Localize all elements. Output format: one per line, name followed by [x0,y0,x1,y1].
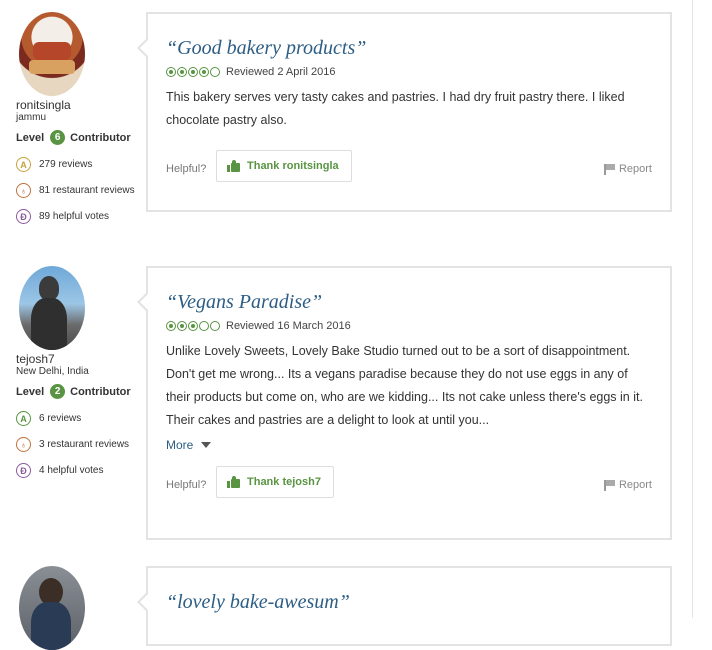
review-count-icon: A [16,411,31,426]
avatar[interactable] [19,12,85,96]
flag-icon [603,163,615,175]
reviews-count: A 6 reviews [16,410,146,427]
thank-button[interactable]: Thank tejosh7 [216,466,334,498]
helpful-label: Helpful? [166,163,207,175]
user-location: jammu [16,112,47,123]
restaurant-reviews-count: ♁ 3 restaurant reviews [16,436,146,453]
review-card: “lovely bake-awesum” [137,566,672,646]
review-text: This bakery serves very tasty cakes and … [166,90,625,127]
restaurant-review-icon: ♁ [16,183,31,198]
review-footer: Helpful? Thank tejosh7 Report [148,466,670,526]
review-text: Unlike Lovely Sweets, Lovely Bake Studio… [166,344,643,427]
flag-icon [603,479,615,491]
level-label: Level [16,131,45,144]
reviewer-info: tejosh7 New Delhi, India Level 2 Contrib… [16,266,146,479]
reviewer-info [16,566,146,650]
rating-bubbles [166,321,221,331]
contributor-label: Contributor [70,131,131,144]
username[interactable]: tejosh7 [16,352,146,366]
review-date: Reviewed 2 April 2016 [226,66,336,78]
review-footer: Helpful? Thank ronitsingla Report [148,150,670,210]
report-link[interactable]: Report [603,479,652,491]
contributor-level: Level 2 Contributor [16,384,146,399]
restaurant-review-icon: ♁ [16,437,31,452]
review-card: “Vegans Paradise” Reviewed 16 March 2016… [137,266,672,540]
username[interactable]: ronitsingla [16,98,146,112]
review-card: “Good bakery products” Reviewed 2 April … [137,12,672,212]
review-count-icon: A [16,157,31,172]
thank-button[interactable]: Thank ronitsingla [216,150,352,182]
helpful-votes-icon: Ɖ [16,209,31,224]
avatar[interactable] [19,266,85,350]
helpful-votes-count: Ɖ 4 helpful votes [16,462,146,479]
level-badge: 2 [50,384,66,399]
helpful-votes-icon: Ɖ [16,463,31,478]
more-link[interactable]: More [166,438,670,452]
restaurant-reviews-count: ♁ 81 restaurant reviews [16,182,146,199]
user-location: New Delhi, India [16,366,89,377]
thumbs-up-icon [227,476,240,488]
chevron-down-icon [201,442,212,448]
rating-bubbles [166,67,221,77]
avatar[interactable] [19,566,85,650]
review-title[interactable]: “Good bakery products” [166,36,670,60]
thumbs-up-icon [227,160,240,172]
helpful-votes-count: Ɖ 89 helpful votes [16,208,146,225]
review-title[interactable]: “Vegans Paradise” [166,290,670,314]
contributor-level: Level 6 Contributor [16,130,146,145]
helpful-label: Helpful? [166,479,207,491]
review-date: Reviewed 16 March 2016 [226,320,351,332]
review-rating: Reviewed 2 April 2016 [166,66,670,78]
level-label: Level [16,385,45,398]
review-rating: Reviewed 16 March 2016 [166,320,670,332]
reviews-count: A 279 reviews [16,156,146,173]
reviewer-info: ronitsingla jammu Level 6 Contributor A … [16,12,146,225]
page-divider [692,0,693,618]
contributor-label: Contributor [70,385,131,398]
level-badge: 6 [50,130,66,145]
review-title[interactable]: “lovely bake-awesum” [166,590,670,614]
report-link[interactable]: Report [603,163,652,175]
